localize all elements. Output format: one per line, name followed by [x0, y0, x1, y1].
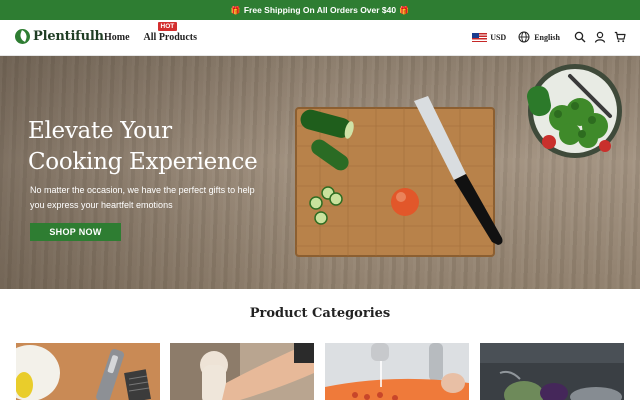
main-nav: Home All Products HOT	[104, 22, 197, 43]
nav-item-label: All Products	[143, 32, 197, 43]
nav-item-all-products[interactable]: All Products HOT	[143, 22, 197, 43]
category-card-1[interactable]	[16, 343, 160, 400]
account-icon[interactable]	[594, 31, 606, 43]
language-label: English	[534, 32, 560, 42]
currency-label: USD	[490, 32, 507, 42]
shop-now-button[interactable]: SHOP NOW	[30, 223, 121, 241]
site-header: Plentifulh Home All Products HOT USD Eng…	[0, 20, 640, 56]
category-card-2[interactable]	[170, 343, 314, 400]
logo-text: Plentifulh	[33, 29, 104, 44]
category-image-grinder	[170, 343, 314, 400]
language-selector[interactable]: English	[518, 31, 560, 43]
currency-selector[interactable]: USD	[472, 32, 507, 42]
us-flag-icon	[472, 32, 488, 42]
header-tools: USD English	[472, 31, 626, 43]
category-card-3[interactable]	[325, 343, 469, 400]
category-image-storage	[480, 343, 624, 400]
announcement-bar: 🎁 Free Shipping On All Orders Over $40 🎁	[0, 0, 640, 20]
section-title: Product Categories	[249, 306, 391, 321]
hero-title-line-2: Cooking Experience	[28, 149, 258, 175]
hero-subtitle: No matter the occasion, we have the perf…	[30, 185, 255, 210]
leaf-logo-icon	[15, 29, 30, 44]
hero-title-line-1: Elevate Your	[28, 118, 172, 144]
announcement-text: Free Shipping On All Orders Over $40	[243, 5, 397, 15]
nav-item-home[interactable]: Home	[104, 32, 130, 43]
hero-image	[295, 64, 622, 257]
category-card-4[interactable]	[480, 343, 624, 400]
hero-title: Elevate Your Cooking Experience	[28, 116, 258, 178]
hero-banner: Elevate Your Cooking Experience No matte…	[0, 56, 640, 289]
logo[interactable]: Plentifulh	[15, 29, 104, 44]
gift-icon: 🎁	[399, 5, 410, 15]
category-image-colander	[325, 343, 469, 400]
cart-icon[interactable]	[614, 31, 626, 43]
search-icon[interactable]	[574, 31, 586, 43]
category-image-utensils	[16, 343, 160, 400]
hot-badge: HOT	[157, 22, 178, 31]
gift-icon: 🎁	[230, 5, 241, 15]
globe-icon	[518, 31, 530, 43]
